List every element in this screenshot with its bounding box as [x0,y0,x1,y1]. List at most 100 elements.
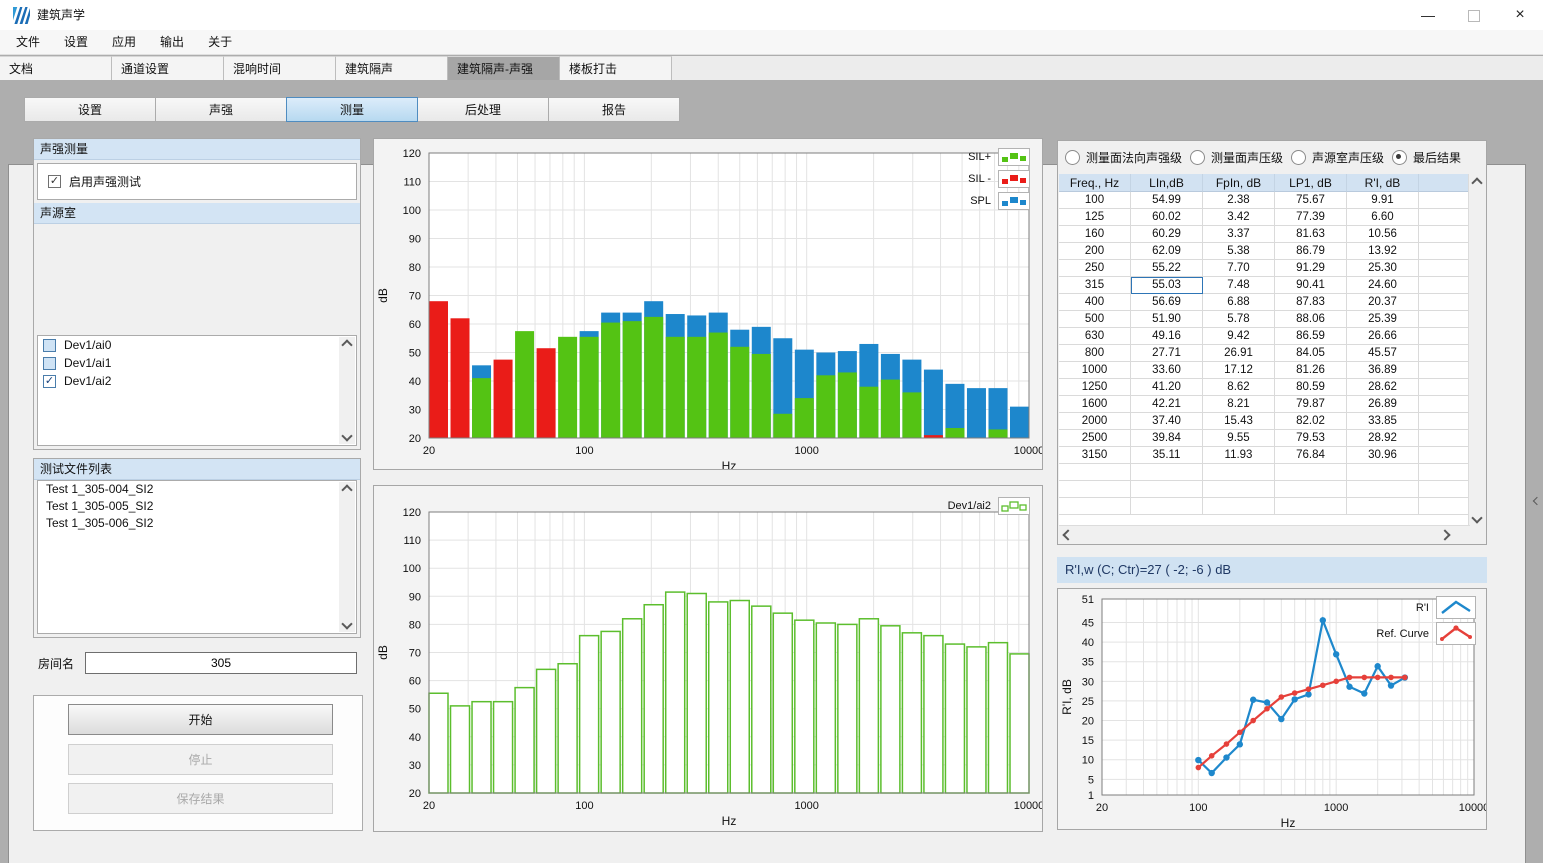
table-cell[interactable] [1419,396,1469,413]
radio-4[interactable]: 最后结果 [1392,149,1461,166]
table-cell[interactable] [1203,464,1275,481]
file-list-scrollbar[interactable] [339,482,355,632]
radio-circle-icon[interactable] [1065,150,1080,165]
close-button[interactable]: × [1497,0,1543,30]
table-cell[interactable]: 60.29 [1131,226,1203,243]
table-cell[interactable]: 3.37 [1203,226,1275,243]
table-cell[interactable]: 6.88 [1203,294,1275,311]
column-header[interactable] [1419,174,1469,192]
table-cell[interactable]: 77.39 [1275,209,1347,226]
file-item-1[interactable]: Test 1_305-004_SI2 [38,481,356,498]
table-cell[interactable]: 3.42 [1203,209,1275,226]
table-cell[interactable]: 1600 [1059,396,1131,413]
table-cell[interactable]: 33.85 [1347,413,1419,430]
table-cell[interactable]: 25.30 [1347,260,1419,277]
maximize-button[interactable] [1451,0,1497,30]
table-cell[interactable]: 28.62 [1347,379,1419,396]
table-cell[interactable] [1419,498,1469,515]
table-cell[interactable]: 55.03 [1131,277,1203,294]
table-cell[interactable]: 55.22 [1131,260,1203,277]
tab-1[interactable]: 文档 [0,56,112,80]
results-table-hscrollbar[interactable] [1059,525,1470,543]
table-cell[interactable]: 500 [1059,311,1131,328]
tab-6[interactable]: 楼板打击 [560,56,672,80]
table-cell[interactable]: 27.71 [1131,345,1203,362]
table-cell[interactable]: 800 [1059,345,1131,362]
table-cell[interactable]: 80.59 [1275,379,1347,396]
tab-5[interactable]: 建筑隔声-声强 [448,56,560,80]
table-cell[interactable]: 62.09 [1131,243,1203,260]
tab-3[interactable]: 混响时间 [224,56,336,80]
table-cell[interactable]: 200 [1059,243,1131,260]
table-cell[interactable] [1059,481,1131,498]
table-cell[interactable]: 25.39 [1347,311,1419,328]
table-cell[interactable]: 400 [1059,294,1131,311]
channel-checkbox[interactable] [43,339,56,352]
table-cell[interactable] [1419,328,1469,345]
radio-3[interactable]: 声源室声压级 [1291,149,1384,166]
table-cell[interactable]: 75.67 [1275,192,1347,209]
table-cell[interactable] [1419,277,1469,294]
scroll-left-icon[interactable] [1062,529,1073,540]
table-cell[interactable]: 60.02 [1131,209,1203,226]
table-cell[interactable] [1275,481,1347,498]
table-cell[interactable]: 88.06 [1275,311,1347,328]
minimize-button[interactable]: — [1405,0,1451,30]
table-cell[interactable]: 24.60 [1347,277,1419,294]
scroll-right-icon[interactable] [1439,529,1450,540]
table-cell[interactable] [1059,464,1131,481]
table-cell[interactable]: 7.70 [1203,260,1275,277]
table-cell[interactable] [1419,345,1469,362]
menu-item-1[interactable]: 文件 [4,30,52,55]
table-cell[interactable]: 2500 [1059,430,1131,447]
table-cell[interactable]: 26.89 [1347,396,1419,413]
subtab-3[interactable]: 测量 [286,97,418,122]
table-cell[interactable] [1347,464,1419,481]
table-cell[interactable] [1203,481,1275,498]
menu-item-5[interactable]: 关于 [196,30,244,55]
tab-2[interactable]: 通道设置 [112,56,224,80]
table-cell[interactable]: 42.21 [1131,396,1203,413]
channel-row-Dev1/ai0[interactable]: Dev1/ai0 [38,336,356,354]
table-cell[interactable]: 54.99 [1131,192,1203,209]
channel-checkbox[interactable] [43,357,56,370]
table-cell[interactable] [1419,311,1469,328]
scroll-up-icon[interactable] [1471,177,1482,188]
subtab-2[interactable]: 声强 [155,97,287,122]
table-cell[interactable]: 160 [1059,226,1131,243]
table-cell[interactable]: 630 [1059,328,1131,345]
table-cell[interactable]: 1250 [1059,379,1131,396]
table-cell[interactable]: 250 [1059,260,1131,277]
collapse-panel-arrow[interactable] [1534,495,1540,507]
file-item-3[interactable]: Test 1_305-006_SI2 [38,515,356,532]
table-cell[interactable]: 9.55 [1203,430,1275,447]
table-cell[interactable]: 11.93 [1203,447,1275,464]
radio-circle-icon[interactable] [1291,150,1306,165]
table-cell[interactable] [1275,498,1347,515]
scroll-down-icon[interactable] [341,430,352,441]
table-cell[interactable] [1419,430,1469,447]
column-header[interactable]: R'I, dB [1347,174,1419,192]
channel-row-Dev1/ai2[interactable]: ✓Dev1/ai2 [38,372,356,390]
table-cell[interactable] [1419,294,1469,311]
table-cell[interactable]: 15.43 [1203,413,1275,430]
table-cell[interactable]: 2000 [1059,413,1131,430]
table-cell[interactable]: 45.57 [1347,345,1419,362]
scroll-down-icon[interactable] [341,618,352,629]
table-cell[interactable]: 8.62 [1203,379,1275,396]
table-cell[interactable]: 17.12 [1203,362,1275,379]
table-cell[interactable]: 9.42 [1203,328,1275,345]
radio-circle-icon[interactable] [1392,150,1407,165]
results-table-vscrollbar[interactable] [1468,174,1485,527]
channel-checkbox[interactable]: ✓ [43,375,56,388]
scroll-up-icon[interactable] [341,339,352,350]
table-cell[interactable] [1347,498,1419,515]
table-cell[interactable]: 5.38 [1203,243,1275,260]
table-cell[interactable] [1419,226,1469,243]
table-cell[interactable]: 76.84 [1275,447,1347,464]
table-cell[interactable] [1419,447,1469,464]
table-cell[interactable]: 79.53 [1275,430,1347,447]
enable-intensity-checkbox[interactable]: ✓ [48,175,61,188]
menu-item-2[interactable]: 设置 [52,30,100,55]
table-cell[interactable]: 82.02 [1275,413,1347,430]
